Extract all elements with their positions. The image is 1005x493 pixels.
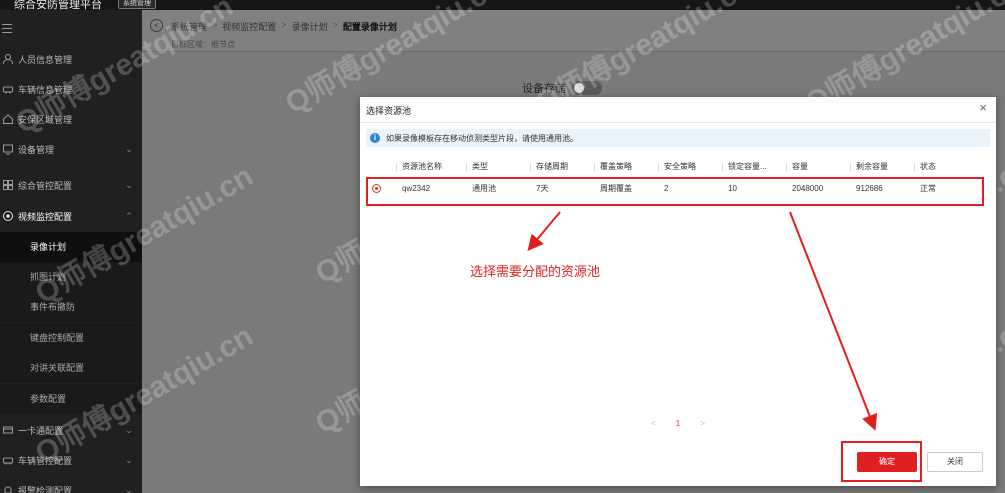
chevron-down-icon: ⌄	[125, 484, 133, 493]
table-header-cell[interactable]: 安全策略	[658, 161, 722, 172]
chevron-down-icon: ⌄	[125, 143, 133, 154]
pagination-prev-icon[interactable]: <	[651, 419, 656, 428]
chevron-down-icon: ⌄	[125, 454, 133, 465]
info-banner: i 如果录像模板存在移动侦测类型片段，请使用通用池。	[366, 129, 990, 147]
sidebar-subitem-param-config[interactable]: 参数配置	[0, 384, 142, 414]
info-text: 如果录像模板存在移动侦测类型片段，请使用通用池。	[386, 133, 578, 143]
sidebar: 人员信息管理 车辆信息管理 安保区域管理 设备管理 ⌄ 综合管控配置 ⌄ 视频监…	[0, 10, 142, 493]
sidebar-subitem-event-arming[interactable]: 事件布撤防	[0, 292, 142, 322]
table-header-cell[interactable]: 存储周期	[530, 161, 594, 172]
breadcrumb-separator: >	[281, 20, 287, 30]
pagination-page[interactable]: 1	[676, 419, 680, 428]
annotation-text: 选择需要分配的资源池	[470, 264, 601, 279]
sidebar-item-label: 报警检测配置	[18, 485, 73, 493]
table-header-cell[interactable]: 覆盖策略	[594, 161, 658, 172]
breadcrumb-item[interactable]: 录像计划	[292, 20, 328, 33]
card-icon	[2, 424, 14, 436]
breadcrumb-separator: >	[212, 20, 218, 30]
sidebar-item-label: 设备管理	[18, 144, 55, 155]
target-area-label: 目标区域：根节点	[171, 40, 235, 49]
sidebar-item-person[interactable]: 人员信息管理	[0, 44, 142, 74]
breadcrumb-separator: >	[332, 20, 338, 30]
sidebar-item-label: 车辆管控配置	[18, 455, 73, 466]
close-button[interactable]: 关闭	[927, 452, 983, 472]
top-bar: 综合安防管理平台 系统管理	[0, 0, 1005, 11]
menu-toggle-icon[interactable]	[2, 24, 12, 36]
device-storage-toggle[interactable]	[572, 81, 602, 95]
device-storage-row: 设备存储	[522, 80, 602, 96]
system-management-button[interactable]: 系统管理	[118, 0, 156, 9]
person-icon	[2, 53, 14, 65]
dialog-header: 选择资源池 ×	[360, 97, 996, 123]
sidebar-item-integrated[interactable]: 综合管控配置 ⌄	[0, 170, 142, 200]
sidebar-item-label: 车辆信息管理	[18, 84, 73, 95]
breadcrumb-current: 配置录像计划	[342, 22, 397, 32]
table-header: 资源池名称 类型 存储周期 覆盖策略 安全策略 锁定容量... 容量 剩余容量 …	[366, 159, 990, 173]
breadcrumb: 系统管理 > 视频监控配置 > 录像计划 > 配置录像计划	[171, 20, 397, 33]
video-icon	[2, 210, 14, 222]
alarm-icon	[2, 484, 14, 493]
pagination-next-icon[interactable]: >	[700, 419, 705, 428]
table-header-cell[interactable]: 剩余容量	[850, 161, 914, 172]
car-icon	[2, 83, 14, 95]
table-header-cell[interactable]: 锁定容量...	[722, 161, 786, 172]
sidebar-subitem-capture-plan[interactable]: 抓图计划	[0, 262, 142, 292]
info-icon: i	[370, 133, 380, 143]
breadcrumb-item[interactable]: 视频监控配置	[222, 20, 276, 33]
select-resource-pool-dialog: 选择资源池 × i 如果录像模板存在移动侦测类型片段，请使用通用池。 资源池名称…	[360, 97, 996, 486]
breadcrumb-bar: < 系统管理 > 视频监控配置 > 录像计划 > 配置录像计划 目标区域：根节点	[142, 10, 1005, 52]
sidebar-item-label: 一卡通配置	[18, 425, 64, 436]
sidebar-item-video[interactable]: 视频监控配置 ⌃	[0, 201, 142, 231]
sidebar-item-device[interactable]: 设备管理 ⌄	[0, 134, 142, 164]
dialog-title: 选择资源池	[366, 106, 412, 116]
sidebar-item-label: 视频监控配置	[18, 211, 73, 222]
sidebar-item-label: 综合管控配置	[18, 180, 73, 191]
breadcrumb-item[interactable]: 系统管理	[171, 20, 207, 33]
device-storage-label: 设备存储	[522, 83, 566, 95]
device-icon	[2, 143, 14, 155]
row-highlight-box	[366, 177, 984, 206]
home-icon	[2, 113, 14, 125]
chevron-down-icon: ⌄	[125, 424, 133, 435]
sidebar-subitem-recording-plan[interactable]: 录像计划	[0, 232, 142, 262]
pagination: < 1 >	[360, 419, 996, 428]
sidebar-subitem-intercom-config[interactable]: 对讲关联配置	[0, 353, 142, 383]
sidebar-item-vehicle-control[interactable]: 车辆管控配置 ⌄	[0, 445, 142, 475]
table-header-cell[interactable]: 状态	[914, 161, 970, 172]
grid-icon	[2, 179, 14, 191]
sidebar-item-alarm[interactable]: 报警检测配置 ⌄	[0, 475, 142, 493]
sidebar-item-label: 人员信息管理	[18, 54, 73, 65]
sidebar-subitem-keyboard-config[interactable]: 键盘控制配置	[0, 323, 142, 353]
table-header-cell[interactable]: 资源池名称	[396, 161, 466, 172]
table-header-cell[interactable]: 类型	[466, 161, 530, 172]
table-header-cell[interactable]: 容量	[786, 161, 850, 172]
sidebar-item-label: 安保区域管理	[18, 114, 73, 125]
car-icon	[2, 454, 14, 466]
confirm-highlight-box	[841, 441, 922, 482]
sidebar-item-security-area[interactable]: 安保区域管理	[0, 104, 142, 134]
sidebar-item-card[interactable]: 一卡通配置 ⌄	[0, 415, 142, 445]
back-icon[interactable]: <	[150, 19, 163, 32]
sidebar-item-vehicle[interactable]: 车辆信息管理	[0, 74, 142, 104]
close-icon[interactable]: ×	[979, 101, 987, 115]
chevron-up-icon: ⌃	[125, 210, 133, 221]
chevron-down-icon: ⌄	[125, 179, 133, 190]
